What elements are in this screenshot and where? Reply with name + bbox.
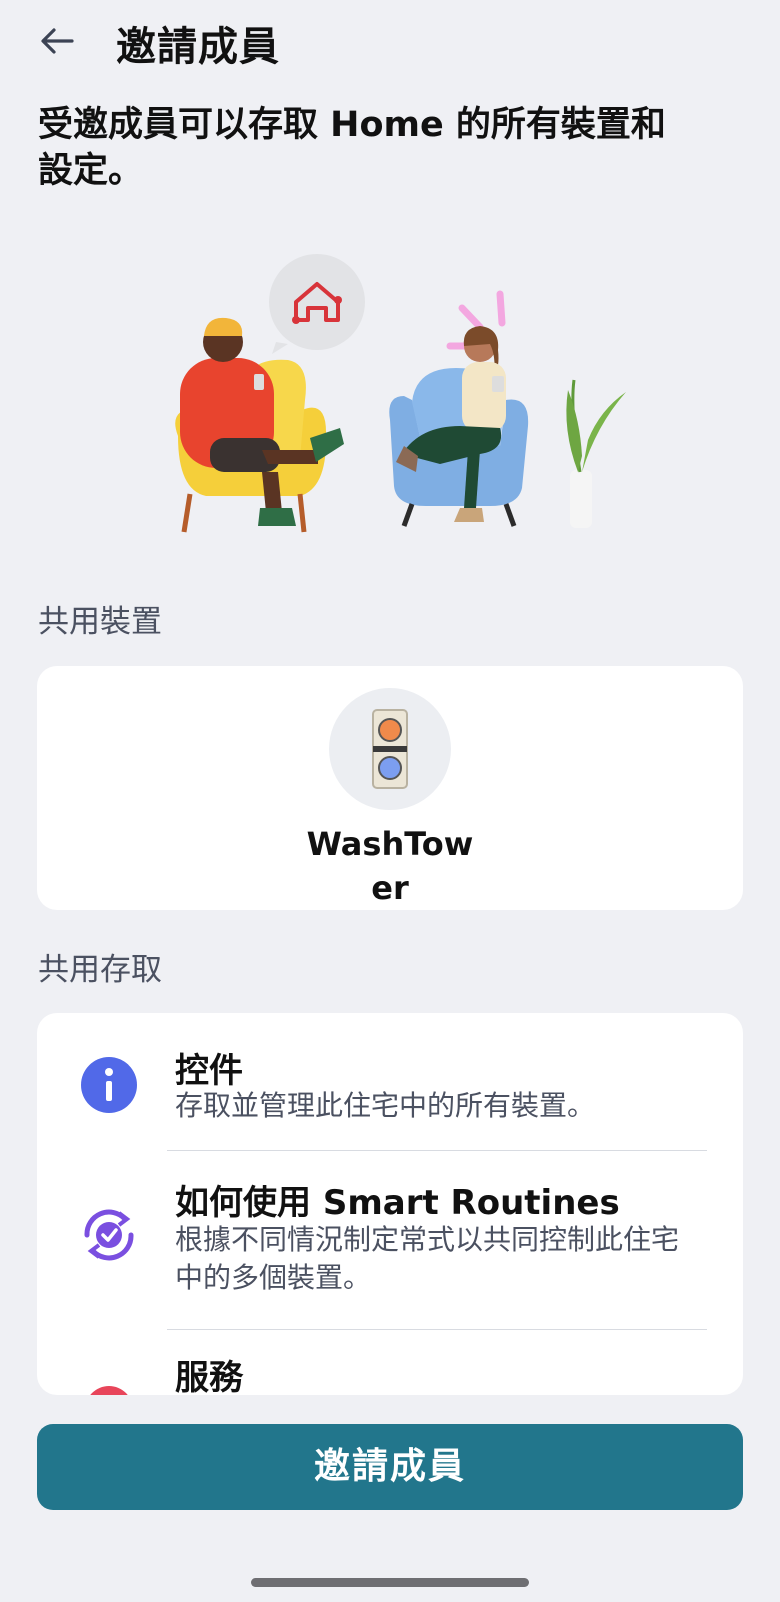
plant-decoration xyxy=(566,379,626,528)
device-tile-washtower[interactable]: WashTower xyxy=(307,688,473,907)
shared-access-card: 控件 存取並管理此住宅中的所有裝置。 如何使用 Smart Routines 根… xyxy=(37,1013,743,1395)
access-title: 如何使用 Smart Routines xyxy=(175,1183,620,1223)
access-title: 服務 xyxy=(175,1358,243,1395)
access-item-smart-routines[interactable]: 如何使用 Smart Routines 根據不同情況制定常式以共同控制此住宅中的… xyxy=(37,1151,743,1329)
invite-member-button[interactable]: 邀請成員 xyxy=(37,1424,743,1510)
shared-devices-card: WashTower xyxy=(37,666,743,910)
info-icon xyxy=(81,1057,137,1113)
service-icon xyxy=(90,1386,128,1395)
device-icon-circle xyxy=(329,688,451,810)
access-description: 存取並管理此住宅中的所有裝置。 xyxy=(175,1089,596,1122)
shared-devices-label: 共用裝置 xyxy=(38,604,162,640)
arrow-left-icon xyxy=(41,28,74,54)
home-indicator xyxy=(251,1578,529,1587)
washtower-icon xyxy=(372,709,408,789)
intro-text: 受邀成員可以存取 Home 的所有裝置和設定。 xyxy=(38,105,666,191)
device-name: WashTower xyxy=(306,825,474,907)
access-item-services[interactable]: 服務 xyxy=(37,1330,743,1395)
page-title: 邀請成員 xyxy=(116,24,280,70)
shared-access-label: 共用存取 xyxy=(38,952,162,988)
routine-check-icon xyxy=(84,1209,134,1261)
access-description: 根據不同情況制定常式以共同控制此住宅中的多個裝置。 xyxy=(175,1223,680,1294)
access-title: 控件 xyxy=(175,1051,243,1091)
access-item-controls[interactable]: 控件 存取並管理此住宅中的所有裝置。 xyxy=(37,1013,743,1151)
header: 邀請成員 xyxy=(0,0,780,86)
members-illustration xyxy=(150,250,650,550)
home-bubble-icon xyxy=(269,254,365,354)
back-button[interactable] xyxy=(36,18,82,64)
